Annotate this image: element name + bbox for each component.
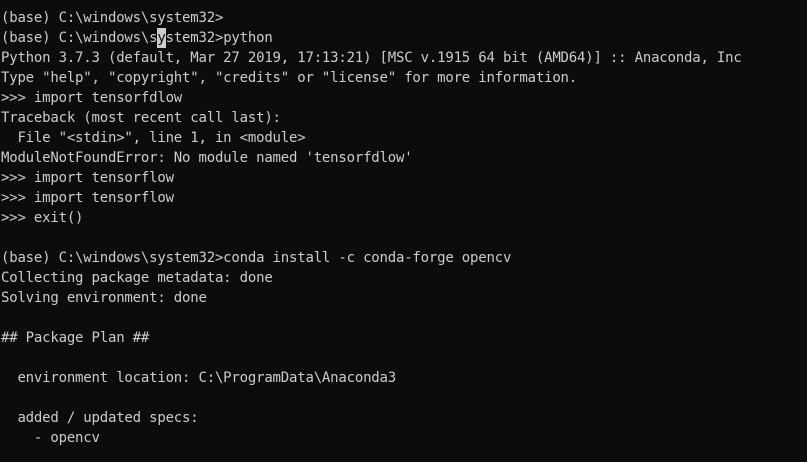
console-window[interactable]: (base) C:\windows\system32> (base) C:\wi… xyxy=(0,0,807,462)
console-line-cursor: (base) C:\windows\system32>python xyxy=(0,28,807,48)
console-line: >>> import tensorfdlow xyxy=(1,90,183,106)
text-cursor: y xyxy=(157,28,166,48)
console-line: File "<stdin>", line 1, in <module> xyxy=(1,130,306,146)
cursor-line-after: stem32>python xyxy=(165,30,273,46)
console-line: (base) C:\windows\system32>conda install… xyxy=(1,250,512,266)
console-line: (base) C:\windows\system32> xyxy=(1,10,224,26)
console-line: environment location: C:\ProgramData\Ana… xyxy=(1,370,396,386)
console-line: >>> import tensorflow xyxy=(1,190,174,206)
console-line: Type "help", "copyright", "credits" or "… xyxy=(1,70,578,86)
console-line: - opencv xyxy=(1,430,100,446)
console-line: ModuleNotFoundError: No module named 'te… xyxy=(1,150,413,166)
console-line: Solving environment: done xyxy=(1,290,207,306)
console-line: >>> import tensorflow xyxy=(1,170,174,186)
console-line: Python 3.7.3 (default, Mar 27 2019, 17:1… xyxy=(1,50,742,66)
console-line: >>> exit() xyxy=(1,210,84,226)
console-line: ## Package Plan ## xyxy=(1,330,150,346)
console-line: Collecting package metadata: done xyxy=(1,270,273,286)
cursor-line-before: (base) C:\windows\s xyxy=(1,30,158,46)
console-line: Traceback (most recent call last): xyxy=(1,110,281,126)
console-line: added / updated specs: xyxy=(1,410,199,426)
